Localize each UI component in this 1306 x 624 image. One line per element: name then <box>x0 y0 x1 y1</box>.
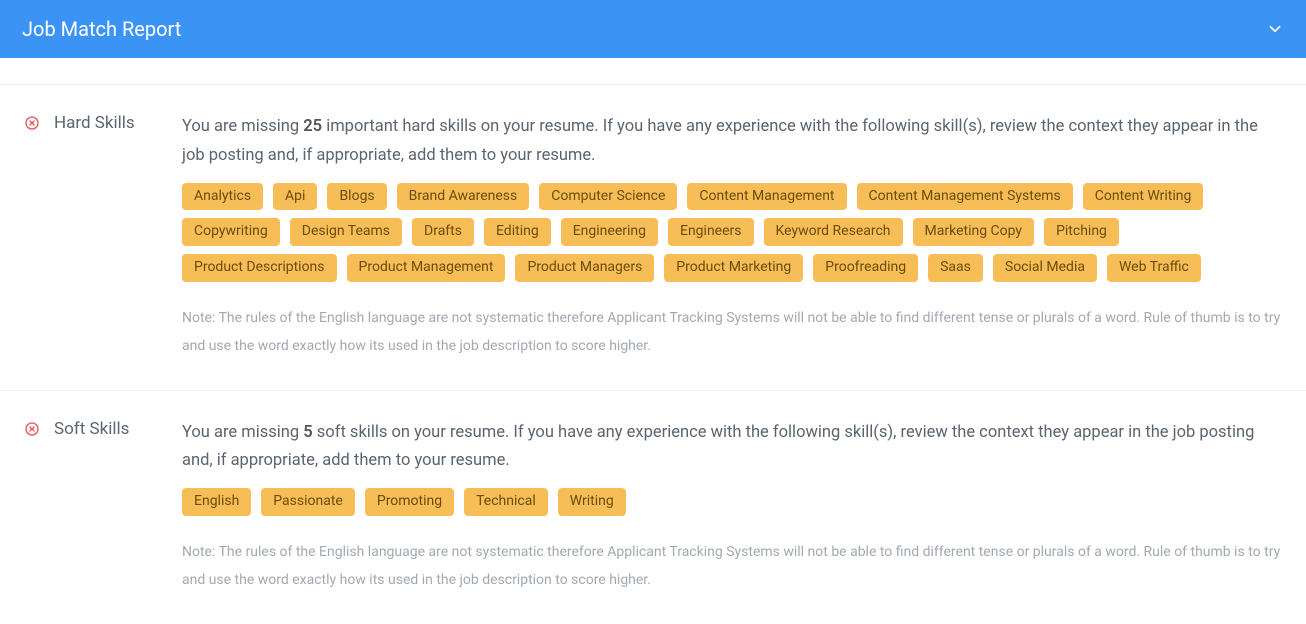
skill-tag-list: Analytics Api Blogs Brand Awareness Computer… <box>182 183 1282 282</box>
summary-text-pre: You are missing <box>182 117 303 136</box>
section-summary: You are missing 25 important hard skills… <box>182 113 1282 171</box>
skill-tag[interactable]: Blogs <box>327 183 386 211</box>
chevron-down-icon[interactable] <box>1266 20 1284 38</box>
skills-section: Hard SkillsYou are missing 25 important … <box>0 84 1306 390</box>
page-title: Job Match Report <box>22 17 181 41</box>
skill-tag[interactable]: Brand Awareness <box>397 183 530 211</box>
section-label: Soft Skills <box>54 419 182 594</box>
section-note: Note: The rules of the English language … <box>182 304 1282 360</box>
skill-tag[interactable]: Keyword Research <box>764 218 903 246</box>
section-body: You are missing 25 important hard skills… <box>182 113 1282 360</box>
skill-tag[interactable]: Promoting <box>365 488 454 516</box>
skill-tag[interactable]: Drafts <box>412 218 474 246</box>
skill-tag[interactable]: Pitching <box>1044 218 1119 246</box>
missing-count: 25 <box>303 117 322 136</box>
skill-tag[interactable]: Product Managers <box>515 254 654 282</box>
summary-text-mid: soft skills on your resume. <box>313 423 514 442</box>
skill-tag[interactable]: English <box>182 488 251 516</box>
skill-tag[interactable]: Marketing Copy <box>913 218 1035 246</box>
skill-tag-list: English Passionate Promoting Technical Writi… <box>182 488 1282 516</box>
skill-tag[interactable]: Product Descriptions <box>182 254 337 282</box>
skill-tag[interactable]: Engineers <box>668 218 754 246</box>
skill-tag[interactable]: Analytics <box>182 183 263 211</box>
summary-text-mid: important hard skills on your resume. <box>322 117 603 136</box>
skill-tag[interactable]: Api <box>273 183 317 211</box>
skill-tag[interactable]: Social Media <box>993 254 1097 282</box>
skill-tag[interactable]: Saas <box>928 254 983 282</box>
skills-section: Soft SkillsYou are missing 5 soft skills… <box>0 390 1306 624</box>
skill-tag[interactable]: Writing <box>558 488 626 516</box>
error-circle-icon <box>24 419 54 594</box>
skill-tag[interactable]: Engineering <box>561 218 658 246</box>
section-body: You are missing 5 soft skills on your re… <box>182 419 1282 594</box>
skill-tag[interactable]: Editing <box>484 218 551 246</box>
page-header[interactable]: Job Match Report <box>0 0 1306 58</box>
section-note: Note: The rules of the English language … <box>182 538 1282 594</box>
skill-tag[interactable]: Computer Science <box>539 183 677 211</box>
error-circle-icon <box>24 113 54 360</box>
skill-tag[interactable]: Content Writing <box>1083 183 1204 211</box>
skill-tag[interactable]: Passionate <box>261 488 355 516</box>
summary-text-pre: You are missing <box>182 423 303 442</box>
skill-tag[interactable]: Copywriting <box>182 218 280 246</box>
skill-tag[interactable]: Product Marketing <box>664 254 803 282</box>
section-label: Hard Skills <box>54 113 182 360</box>
skill-tag[interactable]: Content Management Systems <box>857 183 1073 211</box>
skill-tag[interactable]: Technical <box>464 488 548 516</box>
section-summary: You are missing 5 soft skills on your re… <box>182 419 1282 477</box>
skill-tag[interactable]: Content Management <box>687 183 846 211</box>
skill-tag[interactable]: Design Teams <box>290 218 402 246</box>
skill-tag[interactable]: Product Management <box>347 254 506 282</box>
skill-tag[interactable]: Web Traffic <box>1107 254 1201 282</box>
missing-count: 5 <box>303 423 312 442</box>
skill-tag[interactable]: Proofreading <box>813 254 918 282</box>
